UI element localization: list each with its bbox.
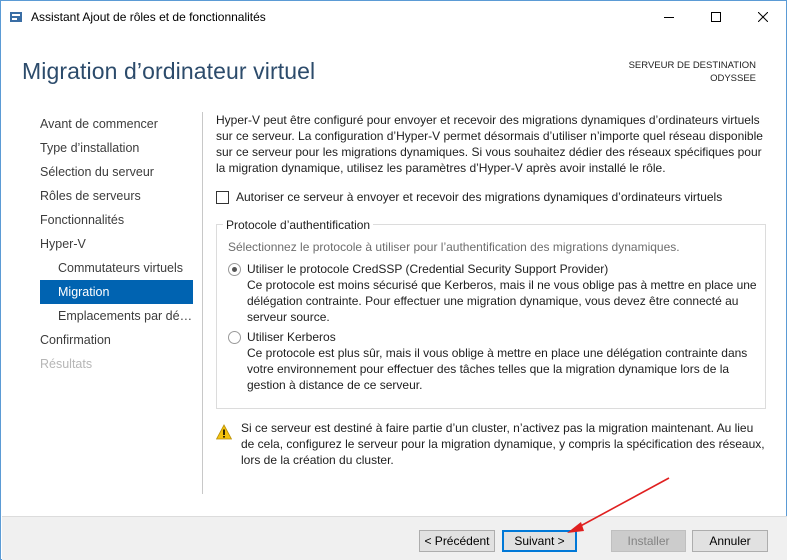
close-button[interactable] xyxy=(740,1,786,32)
nav-item-confirmation[interactable]: Confirmation xyxy=(40,328,193,352)
nav-item-migration[interactable]: Migration xyxy=(40,280,193,304)
minimize-button[interactable] xyxy=(646,1,692,32)
nav-item-selection-serveur[interactable]: Sélection du serveur xyxy=(40,160,193,184)
warning-icon xyxy=(216,424,232,440)
nav-item-hyper-v[interactable]: Hyper-V xyxy=(40,232,193,256)
auth-protocol-hint: Sélectionnez le protocole à utiliser pou… xyxy=(228,240,680,254)
content-panel: Hyper-V peut être configuré pour envoyer… xyxy=(216,112,766,467)
nav-item-avant-de-commencer[interactable]: Avant de commencer xyxy=(40,112,193,136)
nav-item-type-installation[interactable]: Type d’installation xyxy=(40,136,193,160)
allow-migration-option[interactable]: Autoriser ce serveur à envoyer et recevo… xyxy=(216,189,722,205)
destination-server: SERVEUR DE DESTINATION ODYSSEE xyxy=(629,59,756,85)
window-title: Assistant Ajout de rôles et de fonctionn… xyxy=(31,10,266,24)
credssp-radio[interactable] xyxy=(228,263,241,276)
intro-text: Hyper-V peut être configuré pour envoyer… xyxy=(216,113,763,175)
nav-item-fonctionnalites[interactable]: Fonctionnalités xyxy=(40,208,193,232)
credssp-option[interactable]: Utiliser le protocole CredSSP (Credentia… xyxy=(228,261,767,325)
nav-divider xyxy=(202,112,203,494)
destination-name: ODYSSEE xyxy=(710,73,756,84)
wizard-footer: < Précédent Suivant > Installer Annuler xyxy=(2,516,787,560)
kerberos-radio[interactable] xyxy=(228,331,241,344)
kerberos-description: Ce protocole est plus sûr, mais il vous … xyxy=(247,346,748,392)
close-icon xyxy=(758,11,768,22)
page-title: Migration d’ordinateur virtuel xyxy=(22,58,316,84)
previous-button[interactable]: < Précédent xyxy=(419,530,495,552)
auth-protocol-legend: Protocole d’authentification xyxy=(223,217,374,233)
auth-protocol-group: Protocole d’authentification Sélectionne… xyxy=(216,217,767,409)
nav-item-emplacements-par-defaut[interactable]: Emplacements par défaut xyxy=(40,304,193,328)
minimize-icon xyxy=(664,16,674,18)
allow-migration-checkbox[interactable] xyxy=(216,190,229,204)
install-button: Installer xyxy=(611,530,686,552)
kerberos-option[interactable]: Utiliser Kerberos Ce protocole est plus … xyxy=(228,329,767,393)
maximize-button[interactable] xyxy=(693,1,739,32)
wizard-nav: Avant de commencer Type d’installation S… xyxy=(40,112,193,376)
allow-migration-label: Autoriser ce serveur à envoyer et recevo… xyxy=(236,190,723,204)
credssp-label: Utiliser le protocole CredSSP (Credentia… xyxy=(247,262,609,276)
maximize-icon xyxy=(711,11,721,22)
server-manager-icon xyxy=(10,12,22,22)
nav-item-resultats: Résultats xyxy=(40,357,93,371)
credssp-description: Ce protocole est moins sécurisé que Kerb… xyxy=(247,278,757,324)
wizard-window: Assistant Ajout de rôles et de fonctionn… xyxy=(0,0,787,560)
nav-item-roles-serveurs[interactable]: Rôles de serveurs xyxy=(40,184,193,208)
next-button[interactable]: Suivant > xyxy=(502,530,577,552)
cluster-warning-text: Si ce serveur est destiné à faire partie… xyxy=(241,421,765,467)
cluster-warning: Si ce serveur est destiné à faire partie… xyxy=(216,420,766,468)
nav-item-commutateurs-virtuels[interactable]: Commutateurs virtuels xyxy=(40,256,193,280)
destination-label: SERVEUR DE DESTINATION xyxy=(628,60,756,71)
kerberos-label: Utiliser Kerberos xyxy=(247,330,336,344)
title-bar: Assistant Ajout de rôles et de fonctionn… xyxy=(1,1,786,32)
cancel-button[interactable]: Annuler xyxy=(692,530,768,552)
